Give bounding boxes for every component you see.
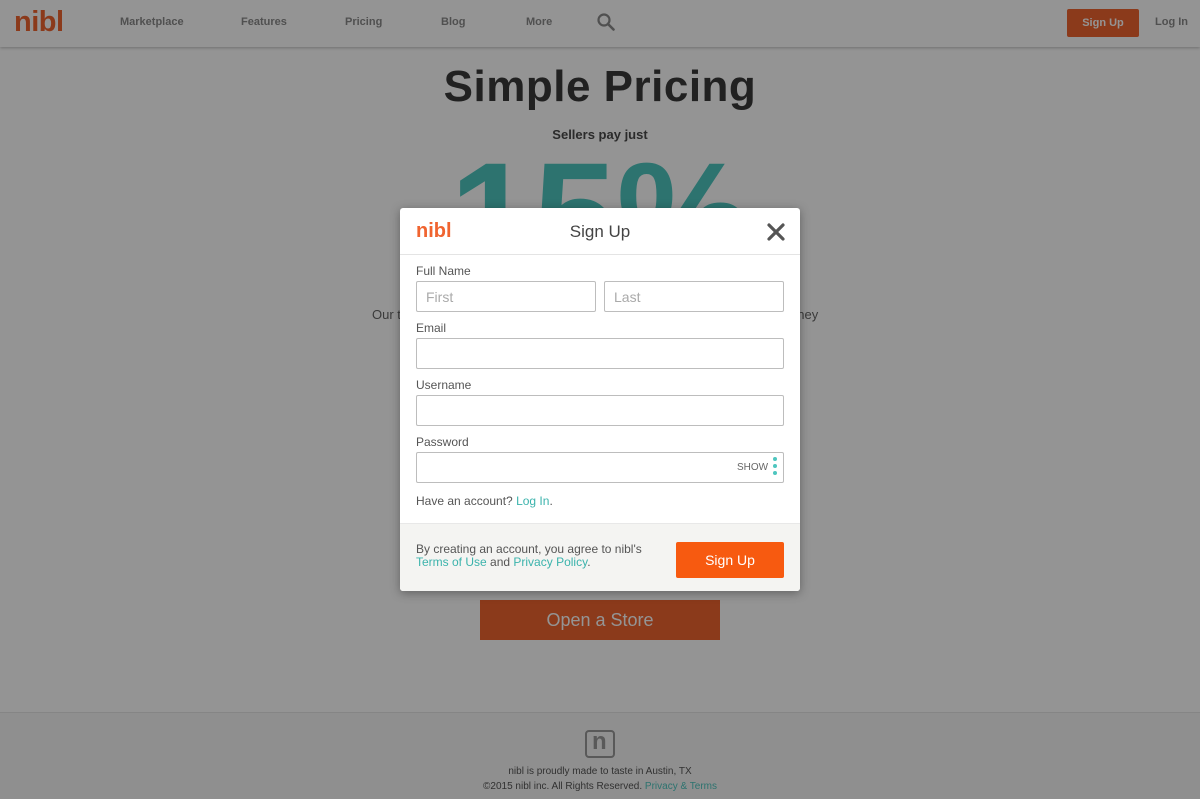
- terms-and: and: [486, 555, 514, 569]
- modal-title: Sign Up: [569, 222, 631, 241]
- terms-of-use-link[interactable]: Terms of Use: [416, 555, 487, 569]
- username-label: Username: [416, 378, 472, 392]
- modal-header: nibl Sign Up: [400, 208, 800, 255]
- modal-login-link[interactable]: Log In: [516, 494, 549, 508]
- privacy-policy-link[interactable]: Privacy Policy: [513, 555, 587, 569]
- modal-footer: By creating an account, you agree to nib…: [400, 523, 800, 591]
- terms-period: .: [587, 555, 591, 569]
- username-input[interactable]: [416, 395, 784, 426]
- email-label: Email: [416, 321, 447, 335]
- terms-text: By creating an account, you agree to nib…: [416, 543, 666, 569]
- first-name-input[interactable]: [416, 281, 596, 312]
- password-label: Password: [416, 435, 469, 449]
- password-input[interactable]: [416, 452, 784, 483]
- login-period: .: [549, 494, 553, 508]
- close-icon[interactable]: [765, 221, 787, 243]
- have-account-text: Have an account? Log In.: [416, 494, 553, 508]
- full-name-label: Full Name: [416, 264, 471, 278]
- signup-modal: nibl Sign Up Full Name Email Username Pa…: [400, 208, 800, 591]
- signup-submit-button[interactable]: Sign Up: [676, 542, 784, 578]
- terms-prefix: By creating an account, you agree to nib…: [416, 542, 642, 556]
- last-name-input[interactable]: [604, 281, 784, 312]
- show-password-button[interactable]: SHOW: [737, 462, 768, 473]
- email-input[interactable]: [416, 338, 784, 369]
- password-manager-icon[interactable]: [773, 457, 779, 479]
- have-account-prompt: Have an account?: [416, 494, 517, 508]
